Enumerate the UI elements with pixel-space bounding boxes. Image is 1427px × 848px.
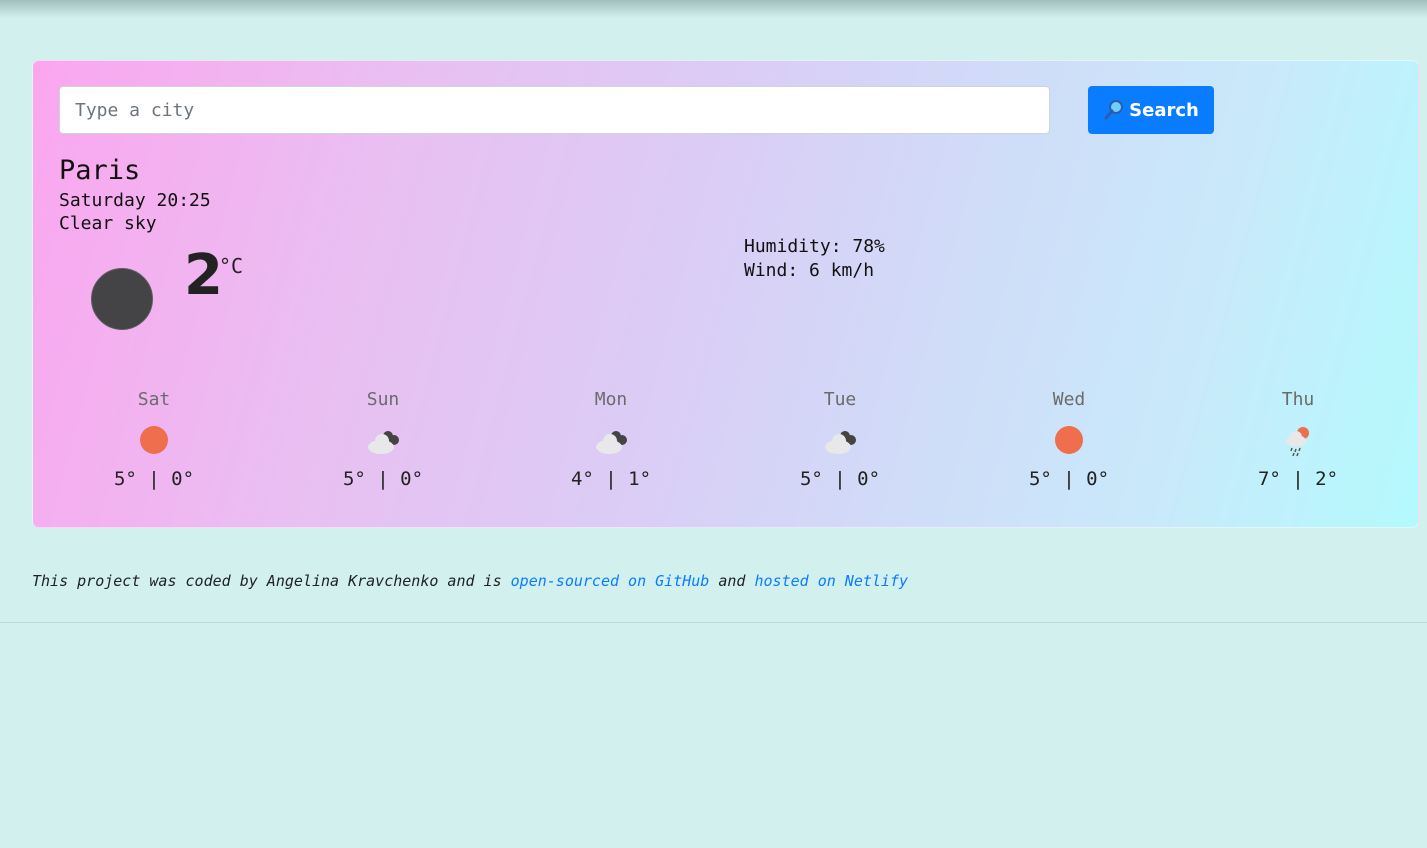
top-shadow	[0, 0, 1427, 18]
weather-card: Search Paris Saturday 20:25 Clear sky 2 …	[32, 60, 1419, 528]
humidity: Humidity: 78%	[744, 236, 885, 257]
current-datetime: Saturday 20:25	[59, 190, 211, 211]
forecast-temps: 5° | 0°	[342, 468, 424, 490]
forecast-row: Sat 5° | 0° Sun 5° | 0° Mon 4° | 1° Tue	[33, 389, 1420, 509]
city-search-input[interactable]	[59, 86, 1050, 134]
forecast-day: Wed 5° | 0°	[979, 389, 1159, 490]
current-temperature: 2	[184, 243, 223, 308]
forecast-day: Tue 5° | 0°	[750, 389, 930, 490]
wind: Wind: 6 km/h	[744, 260, 875, 281]
moon-icon	[91, 268, 153, 330]
footer: This project was coded by Angelina Kravc…	[32, 572, 908, 590]
forecast-day-name: Wed	[1052, 389, 1086, 410]
sun-icon	[140, 426, 168, 454]
forecast-temps: 5° | 0°	[113, 468, 195, 490]
weather-description: Clear sky	[59, 213, 157, 234]
city-name: Paris	[59, 155, 141, 186]
forecast-day: Thu 7° | 2°	[1208, 389, 1388, 490]
search-button-label: Search	[1129, 99, 1199, 121]
forecast-day-name: Thu	[1281, 389, 1315, 410]
footer-middle: and	[709, 572, 755, 590]
search-button[interactable]: Search	[1088, 86, 1214, 134]
forecast-temps: 5° | 0°	[1028, 468, 1110, 490]
temperature-unit[interactable]: °C	[219, 254, 243, 278]
magnifying-glass-icon	[1104, 100, 1124, 120]
forecast-day-name: Sat	[137, 389, 171, 410]
forecast-temps: 7° | 2°	[1257, 468, 1339, 490]
sun-icon	[1055, 426, 1083, 454]
cloud-icon	[825, 431, 856, 454]
forecast-day: Sun 5° | 0°	[293, 389, 473, 490]
divider	[0, 622, 1427, 623]
rain-icon	[1286, 427, 1309, 457]
forecast-temps: 5° | 0°	[799, 468, 881, 490]
footer-prefix: This project was coded by Angelina Kravc…	[32, 572, 511, 590]
netlify-link[interactable]: hosted on Netlify	[754, 572, 908, 590]
cloud-icon	[596, 431, 627, 454]
forecast-day-name: Mon	[594, 389, 628, 410]
cloud-icon	[368, 431, 399, 454]
forecast-day-name: Sun	[366, 389, 400, 410]
forecast-day: Mon 4° | 1°	[521, 389, 701, 490]
forecast-day: Sat 5° | 0°	[64, 389, 244, 490]
github-link[interactable]: open-sourced on GitHub	[511, 572, 710, 590]
forecast-temps: 4° | 1°	[570, 468, 652, 490]
forecast-day-name: Tue	[823, 389, 857, 410]
